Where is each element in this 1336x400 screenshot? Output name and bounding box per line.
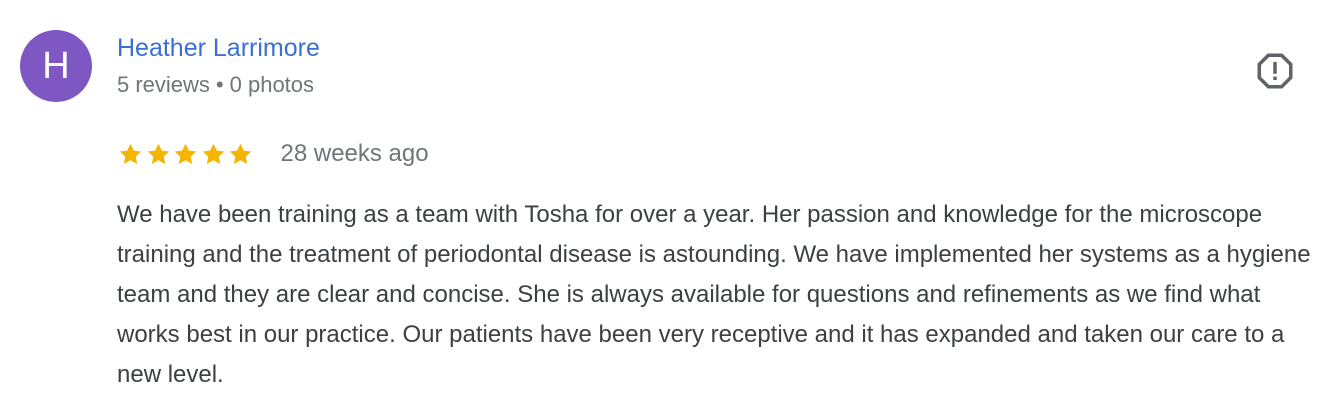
- author-meta: 5 reviews • 0 photos: [117, 72, 314, 98]
- star-rating: [117, 141, 255, 168]
- review-card: H Heather Larrimore 5 reviews • 0 photos 2…: [0, 0, 1336, 400]
- avatar[interactable]: H: [20, 30, 92, 102]
- star-icon: [119, 143, 142, 164]
- meta-separator: •: [215, 72, 224, 97]
- photos-count: 0 photos: [229, 72, 315, 97]
- star-icon: [229, 143, 252, 164]
- rating-row: 28 weeks ago: [117, 136, 429, 172]
- star-icon: [147, 143, 169, 164]
- review-date: 28 weeks ago: [280, 140, 429, 167]
- star-icon: [174, 143, 197, 164]
- report-flag-icon[interactable]: [1254, 50, 1296, 92]
- review-text: We have been training as a team with Tos…: [117, 201, 1311, 388]
- reviews-count: 5 reviews: [117, 72, 210, 97]
- author-name-link[interactable]: Heather Larrimore: [117, 34, 320, 63]
- star-icon: [202, 143, 224, 164]
